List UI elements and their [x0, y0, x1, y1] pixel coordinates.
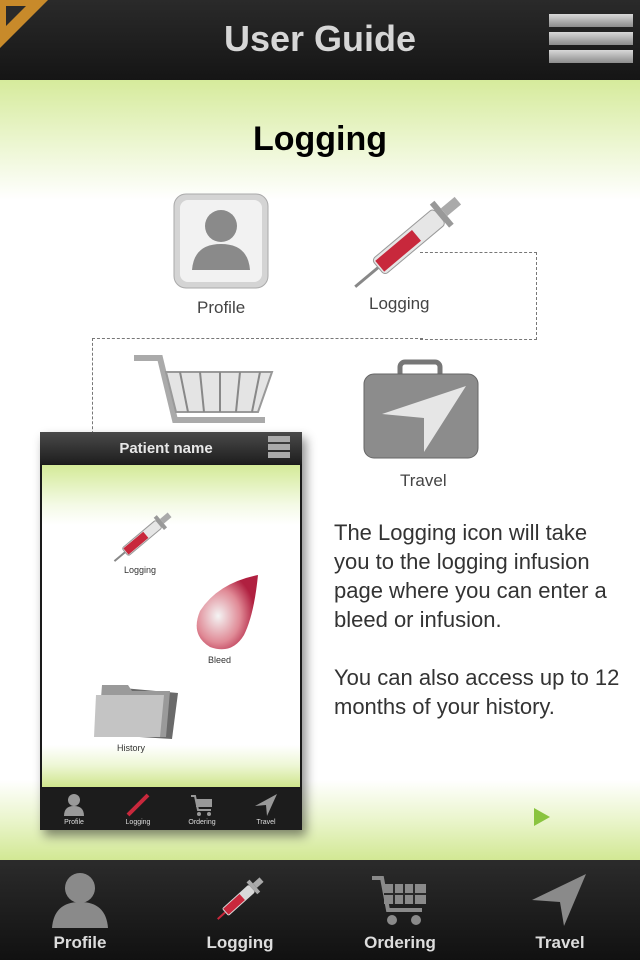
- logging-icon-label: Logging: [369, 294, 430, 313]
- phone-tab-label: Travel: [256, 819, 276, 826]
- tab-profile[interactable]: Profile: [0, 860, 160, 960]
- phone-mockup: Patient name Logging Bleed History Profi…: [40, 432, 302, 830]
- profile-icon: [52, 873, 108, 928]
- tab-travel[interactable]: Travel: [480, 860, 640, 960]
- next-arrow-icon[interactable]: [532, 806, 552, 828]
- syringe-icon: [217, 877, 264, 920]
- tab-logging[interactable]: Logging: [160, 860, 320, 960]
- profile-icon: [64, 794, 84, 816]
- cart-icon: [191, 795, 212, 816]
- syringe-icon: [354, 196, 462, 288]
- bleed-drop-icon: [196, 575, 258, 650]
- tab-label: Ordering: [364, 933, 436, 952]
- guide-content: Logging Profile Logging Travel Patient n…: [0, 80, 640, 860]
- tab-label: Travel: [535, 933, 585, 952]
- tab-label: Profile: [53, 933, 107, 952]
- menu-icon[interactable]: [549, 14, 633, 66]
- phone-tab-bar: Profile Logging Ordering Travel: [40, 789, 302, 830]
- phone-tab-label: Logging: [125, 819, 151, 826]
- history-label: History: [117, 743, 146, 753]
- description-text: The Logging icon will take you to the lo…: [334, 518, 624, 721]
- page-title: User Guide: [223, 18, 417, 59]
- bleed-label: Bleed: [208, 655, 232, 665]
- phone-tab-travel: Travel: [234, 789, 298, 830]
- mini-logging-label: Logging: [124, 565, 157, 575]
- profile-icon-label: Profile: [197, 298, 246, 317]
- phone-screen: Logging Bleed History: [42, 465, 300, 787]
- phone-tab-label: Profile: [64, 819, 84, 826]
- phone-tab-label: Ordering: [188, 819, 216, 826]
- travel-icon-label: Travel: [400, 471, 447, 490]
- tab-bar: Profile Logging Ordering Travel: [0, 860, 640, 960]
- phone-tab-logging: Logging: [106, 789, 170, 830]
- history-folder-icon: [94, 685, 178, 739]
- syringe-icon: [126, 793, 150, 817]
- cart-icon: [372, 876, 426, 925]
- top-bar: User Guide: [0, 0, 640, 80]
- tab-ordering[interactable]: Ordering: [320, 860, 480, 960]
- description-paragraph: The Logging icon will take you to the lo…: [334, 520, 607, 632]
- phone-title: Patient name: [119, 440, 213, 457]
- mini-syringe-icon: [113, 512, 172, 562]
- phone-tab-ordering: Ordering: [170, 789, 234, 830]
- travel-arrow-icon: [255, 794, 277, 816]
- tab-label: Logging: [206, 933, 274, 952]
- phone-tab-profile: Profile: [42, 789, 106, 830]
- section-heading: Logging: [252, 120, 388, 158]
- phone-menu-icon: [268, 436, 290, 460]
- cart-icon: [134, 355, 274, 423]
- travel-icon: [363, 359, 479, 459]
- phone-header: Patient name: [40, 432, 302, 464]
- description-paragraph: You can also access up to 12 months of y…: [334, 665, 620, 719]
- profile-icon: [173, 193, 269, 289]
- travel-arrow-icon: [532, 874, 586, 926]
